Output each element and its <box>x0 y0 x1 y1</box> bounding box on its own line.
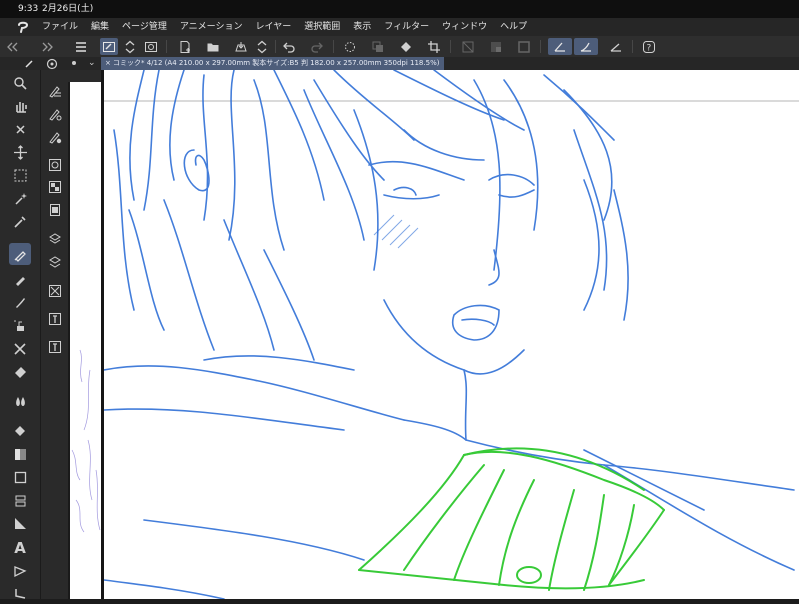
fill-tool-icon[interactable] <box>9 420 31 442</box>
crop-icon[interactable] <box>425 38 443 55</box>
hand-icon[interactable] <box>9 95 31 117</box>
menu-window[interactable]: ウィンドウ <box>442 18 487 36</box>
preview-sketch <box>71 349 101 533</box>
menu-bar: ファイル 編集 ページ管理 アニメーション レイヤー 選択範囲 表示 フィルター… <box>0 18 799 36</box>
collapse-right-icon[interactable] <box>38 38 56 55</box>
sub-tool-palette <box>41 70 68 599</box>
document-title: コミック* 4/12 (A4 210.00 x 297.00mm 製本サイズ:B… <box>113 59 440 67</box>
selection-icon[interactable] <box>9 164 31 186</box>
pen-sub-3-icon[interactable] <box>46 128 64 146</box>
chevron-down-icon[interactable]: ⌄ <box>88 57 96 70</box>
menu-icon[interactable] <box>72 38 90 55</box>
square-icon[interactable] <box>515 38 533 55</box>
menu-view[interactable]: 表示 <box>353 18 371 36</box>
drawing-canvas[interactable] <box>101 70 799 599</box>
stabilizer-1-icon[interactable] <box>548 38 572 55</box>
grid-tool-icon[interactable] <box>46 178 64 196</box>
layer-tool-icon[interactable] <box>46 201 64 219</box>
gradient-tool-icon[interactable] <box>9 443 31 465</box>
correction-icon[interactable] <box>9 582 31 604</box>
magic-wand-icon[interactable] <box>9 187 31 209</box>
side-preview-panel <box>68 70 103 599</box>
close-icon[interactable]: × <box>105 57 111 70</box>
decoration-icon[interactable] <box>9 337 31 359</box>
document-tab[interactable]: × コミック* 4/12 (A4 210.00 x 297.00mm 製本サイズ… <box>101 57 445 70</box>
status-bar: 9:33 2月26日(土) <box>0 0 799 18</box>
menu-animation[interactable]: アニメーション <box>180 18 243 36</box>
menu-filter[interactable]: フィルター <box>384 18 429 36</box>
up-down-icon[interactable] <box>121 38 139 55</box>
help-icon[interactable]: ? <box>640 38 658 55</box>
tool-palette: A <box>0 70 41 599</box>
clear-icon[interactable] <box>459 38 477 55</box>
save-options-icon[interactable] <box>253 38 271 55</box>
brush-icon[interactable] <box>9 291 31 313</box>
pen-sub-1-icon[interactable] <box>46 82 64 100</box>
text-icon[interactable]: A <box>9 537 31 559</box>
sketch-artwork <box>104 70 799 599</box>
command-bar: ? <box>0 36 799 58</box>
status-time: 9:33 <box>18 4 39 14</box>
strip-header <box>68 70 101 82</box>
loading-icon[interactable] <box>341 38 359 55</box>
toolbar-divider <box>540 40 541 53</box>
pen-settings-icon[interactable] <box>100 38 118 55</box>
new-page-icon[interactable] <box>176 38 194 55</box>
layer-property-icon[interactable] <box>142 38 160 55</box>
gradient-icon[interactable] <box>487 38 505 55</box>
stabilizer-2-icon[interactable] <box>574 38 598 55</box>
layers-icon[interactable] <box>46 253 64 271</box>
frame-tool-2-icon[interactable] <box>46 310 64 328</box>
menu-edit[interactable]: 編集 <box>91 18 109 36</box>
menu-selection[interactable]: 選択範囲 <box>304 18 340 36</box>
layers-stack-icon[interactable] <box>46 230 64 248</box>
eyedropper-icon[interactable] <box>9 210 31 232</box>
balloon-icon[interactable] <box>9 560 31 582</box>
pencil-icon[interactable] <box>9 268 31 290</box>
toolbar-divider <box>632 40 633 53</box>
stabilizer-3-icon[interactable] <box>605 38 627 55</box>
figure-icon[interactable] <box>9 466 31 488</box>
blend-icon[interactable] <box>9 390 31 412</box>
status-date: 2月26日(土) <box>42 4 94 14</box>
collapse-left-icon[interactable] <box>4 38 22 55</box>
save-icon[interactable] <box>232 38 250 55</box>
svg-text:?: ? <box>647 43 652 53</box>
fill-icon[interactable] <box>397 38 415 55</box>
toolbar-divider <box>450 40 451 53</box>
ruler-icon[interactable] <box>9 512 31 534</box>
open-folder-icon[interactable] <box>204 38 222 55</box>
eraser-icon[interactable] <box>9 360 31 382</box>
dot-indicator <box>72 61 76 65</box>
toolbar-divider <box>333 40 334 53</box>
menu-help[interactable]: ヘルプ <box>500 18 527 36</box>
menu-page[interactable]: ページ管理 <box>122 18 167 36</box>
airbrush-icon[interactable] <box>9 314 31 336</box>
pen-icon[interactable] <box>9 243 31 265</box>
menu-layer[interactable]: レイヤー <box>256 18 292 36</box>
copy-icon[interactable] <box>369 38 387 55</box>
redo-icon[interactable] <box>308 38 326 55</box>
app-logo-icon[interactable] <box>16 20 30 34</box>
circle-tool-icon[interactable] <box>46 156 64 174</box>
pen-sub-2-icon[interactable] <box>46 105 64 123</box>
menu-file[interactable]: ファイル <box>42 18 78 36</box>
rotate-view-icon[interactable] <box>9 118 31 140</box>
undo-icon[interactable] <box>280 38 298 55</box>
frame-tool-icon[interactable] <box>46 282 64 300</box>
navigator-icon[interactable] <box>46 58 58 70</box>
toolbar-divider <box>275 40 276 53</box>
toolbar-divider <box>166 40 167 53</box>
frame-tool-3-icon[interactable] <box>46 338 64 356</box>
frame-icon[interactable] <box>9 489 31 511</box>
move-icon[interactable] <box>9 141 31 163</box>
pen-mini-icon[interactable] <box>24 58 35 69</box>
zoom-icon[interactable] <box>9 72 31 94</box>
